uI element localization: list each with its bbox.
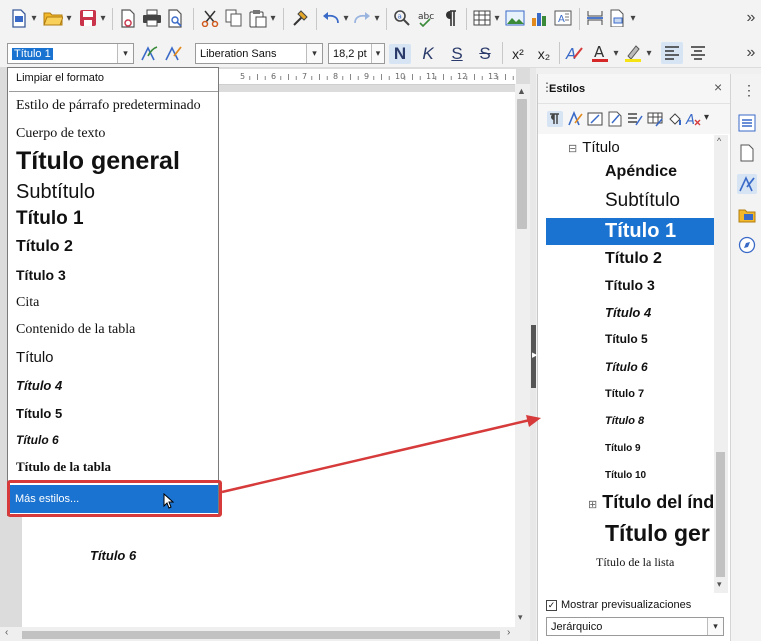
annotation-arrow (221, 415, 541, 494)
